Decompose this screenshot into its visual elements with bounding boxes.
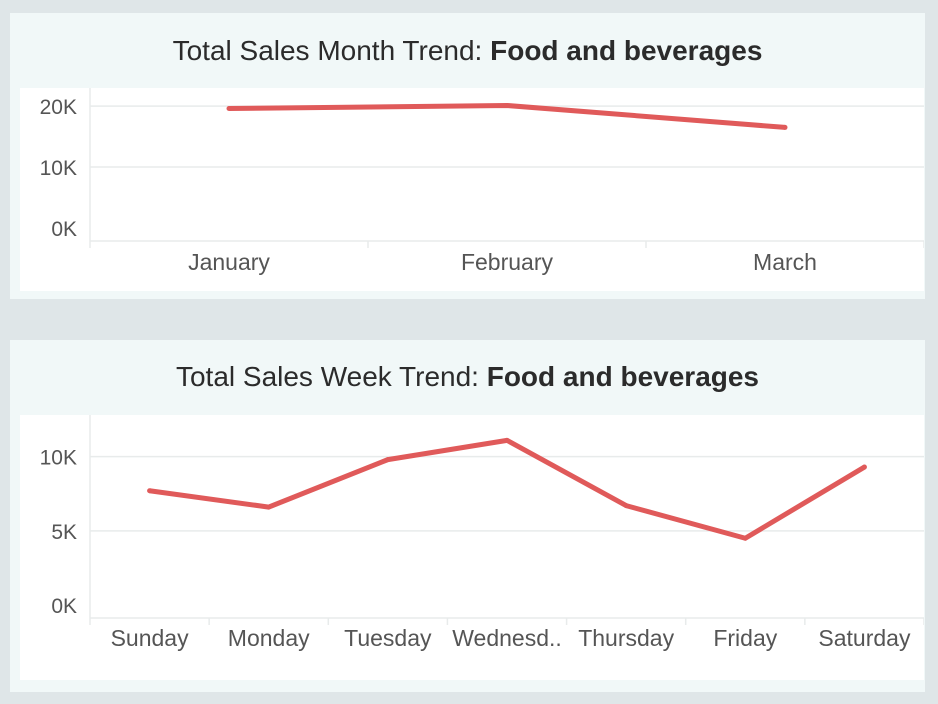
month-data-point[interactable] (226, 106, 232, 112)
month-x-tick-label: February (461, 249, 554, 275)
month-data-point[interactable] (504, 102, 510, 108)
month-trend-panel: Total Sales Month Trend: Food and bevera… (10, 13, 925, 299)
month-y-tick-label: 20K (40, 96, 77, 119)
week-data-point[interactable] (266, 504, 272, 510)
week-data-point[interactable] (742, 535, 748, 541)
month-title-prefix: Total Sales Month Trend: (172, 35, 491, 66)
week-x-tick-label: Saturday (818, 625, 911, 651)
month-plot-area[interactable]: 0K 10K 20K January February March (20, 88, 924, 291)
week-data-point[interactable] (504, 437, 510, 443)
month-y-tick-label: 0K (51, 218, 77, 241)
month-x-tick-label: March (753, 249, 817, 275)
week-x-tick-label: Tuesday (344, 625, 432, 651)
week-title-prefix: Total Sales Week Trend: (175, 361, 487, 392)
week-plot-area[interactable]: 0K 5K 10K Sunday Monday Tuesday Wednesd.. Thurs… (20, 415, 924, 680)
month-x-tick-label: January (188, 249, 270, 275)
week-chart-title: Total Sales Week Trend: Food and beverag… (10, 361, 925, 393)
week-data-point[interactable] (861, 464, 867, 470)
week-x-tick-label: Wednesd.. (452, 625, 562, 651)
week-y-tick-label: 0K (51, 595, 77, 618)
week-trend-panel: Total Sales Week Trend: Food and beverag… (10, 340, 925, 692)
month-series-line[interactable] (228, 102, 786, 130)
month-y-tick-label: 10K (40, 157, 77, 180)
week-title-bold: Food and beverages (486, 361, 760, 392)
week-line-chart[interactable]: 0K 5K 10K Sunday Monday Tuesday Wednesd.. Thurs… (20, 415, 924, 680)
week-series-line[interactable] (149, 437, 866, 541)
month-line-chart[interactable]: 0K 10K 20K January February March (20, 88, 924, 291)
week-x-tick-label: Thursday (578, 625, 674, 651)
week-data-point[interactable] (385, 457, 391, 463)
week-x-tick-label: Sunday (111, 625, 190, 651)
month-title-bold: Food and beverages (490, 35, 763, 66)
week-x-tick-label: Monday (228, 625, 310, 651)
week-y-tick-label: 5K (51, 521, 77, 544)
week-data-point[interactable] (623, 503, 629, 509)
week-y-tick-label: 10K (40, 447, 77, 470)
month-data-point[interactable] (782, 124, 788, 130)
week-data-point[interactable] (147, 488, 153, 494)
month-chart-title: Total Sales Month Trend: Food and bevera… (10, 35, 925, 67)
week-x-tick-label: Friday (713, 625, 777, 651)
